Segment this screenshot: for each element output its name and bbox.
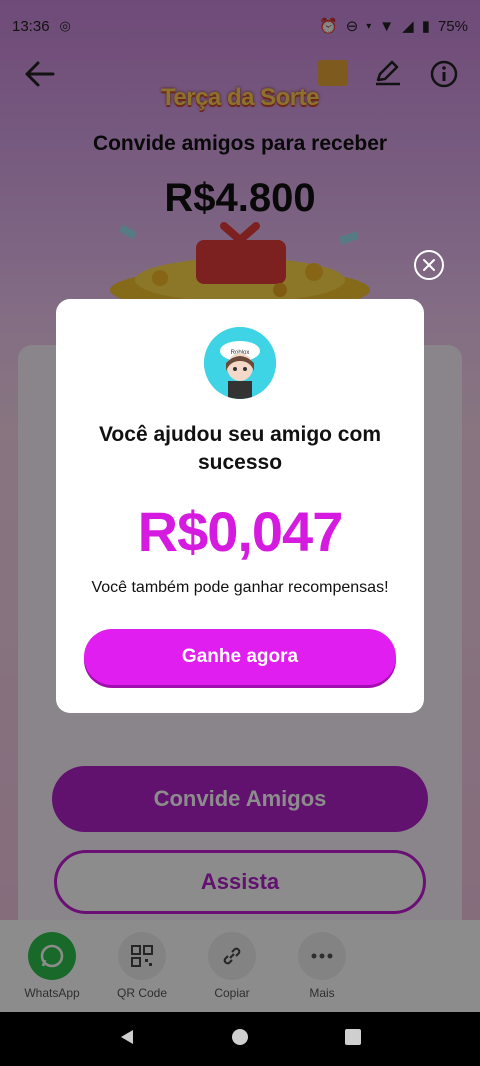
nav-recents-icon[interactable] [344,1028,362,1051]
success-modal: Roblox Você ajudou seu amigo com sucesso… [56,299,424,713]
modal-amount: R$0,047 [137,500,344,563]
modal-title: Você ajudou seu amigo com sucesso [98,423,381,474]
system-nav-bar [0,1012,480,1066]
nav-back-icon[interactable] [118,1028,136,1051]
modal-subtitle: Você também pode ganhar recompensas! [91,579,389,596]
friend-avatar: Roblox [204,327,276,399]
earn-now-button[interactable]: Ganhe agora [84,629,396,685]
nav-home-icon[interactable] [231,1028,249,1051]
close-icon[interactable] [414,250,444,280]
